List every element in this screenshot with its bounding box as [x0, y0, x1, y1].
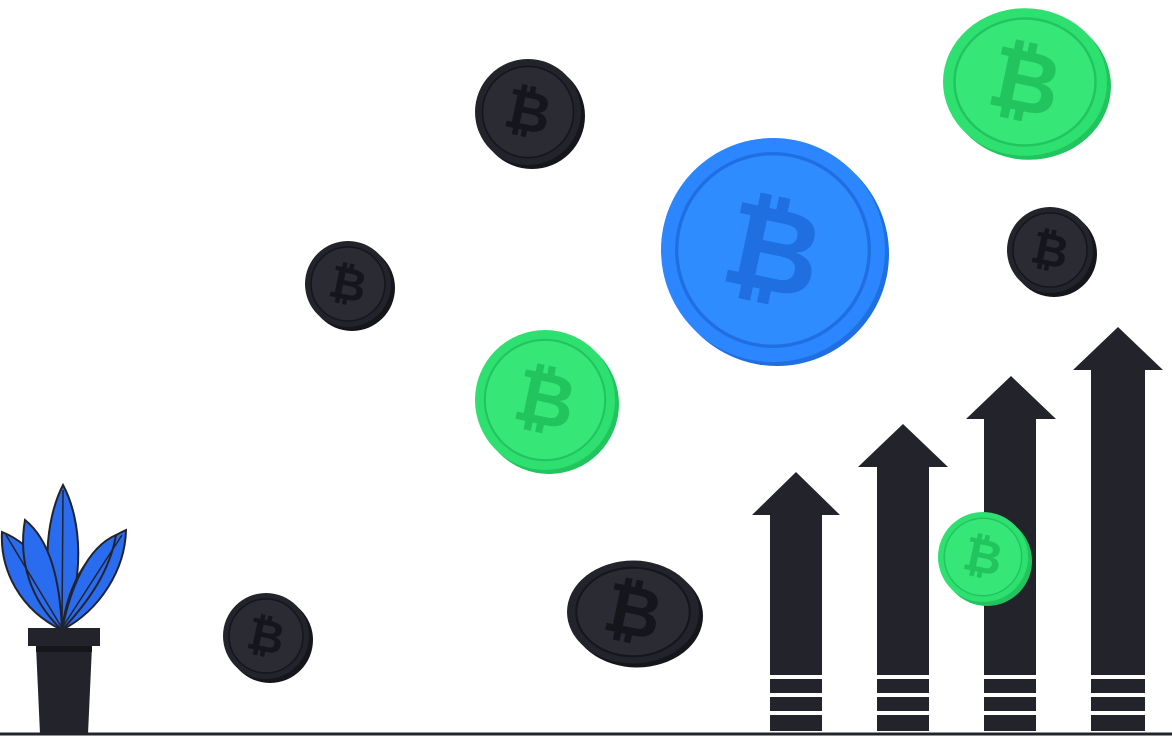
coin-green-top-right: ₿ — [943, 8, 1111, 160]
coin-dark-right: ₿ — [1007, 207, 1097, 297]
coin-dark-top: ₿ — [475, 59, 585, 169]
coin-dark-left: ₿ — [305, 241, 395, 331]
coin-green-mid: ₿ — [475, 330, 619, 474]
coin-blue-large: ₿ — [661, 138, 889, 366]
arrow-2 — [858, 424, 948, 731]
coin-dark-bottom-left: ₿ — [223, 593, 313, 683]
plant-leaves — [0, 482, 128, 634]
coins: ₿₿₿ ₿₿₿₿₿₿ — [223, 8, 1111, 683]
potted-plant — [0, 482, 128, 734]
pot-body — [36, 646, 92, 734]
crypto-growth-illustration: ₿₿₿ ₿₿₿₿₿₿ — [0, 8, 1172, 736]
coin-dark-bottom-mid: ₿ — [567, 560, 703, 668]
pot-rim — [28, 628, 100, 646]
arrow-4 — [1073, 327, 1163, 731]
arrow-1 — [752, 472, 840, 731]
